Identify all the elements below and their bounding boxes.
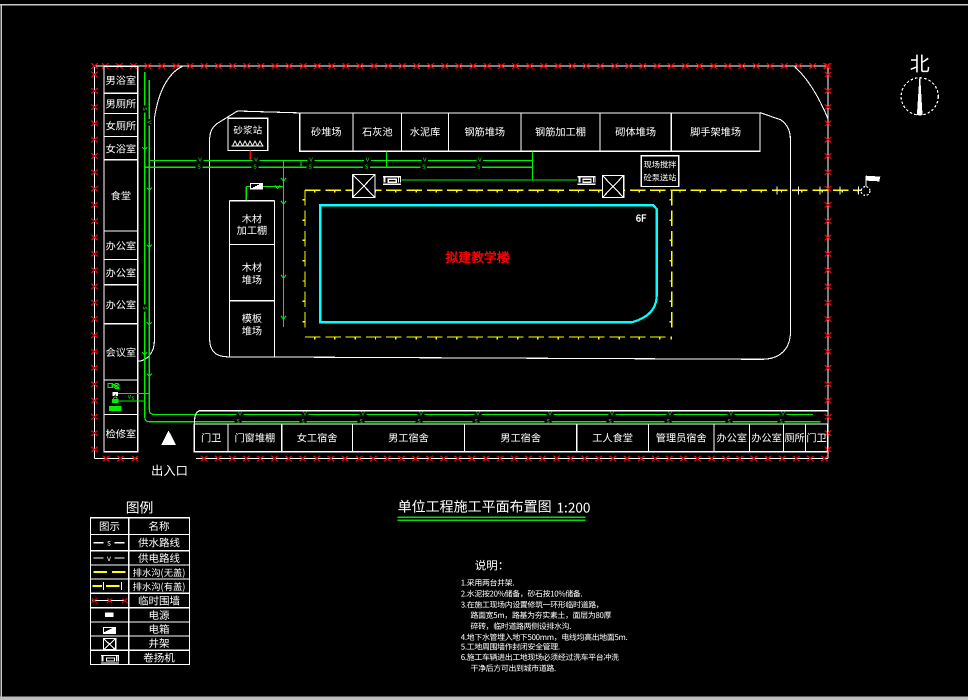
svg-text:男工宿舍: 男工宿舍	[500, 430, 541, 445]
svg-text:钢筋堆场: 钢筋堆场	[464, 124, 505, 139]
svg-text:砂堆场: 砂堆场	[311, 124, 342, 139]
svg-text:排水沟(有盖): 排水沟(有盖)	[133, 579, 186, 593]
svg-text:男厕所: 男厕所	[106, 96, 137, 111]
svg-text:门卫: 门卫	[201, 430, 221, 445]
svg-text:供电路线: 供电路线	[138, 551, 180, 566]
svg-text:办公室: 办公室	[106, 265, 137, 280]
svg-text:名称: 名称	[149, 519, 170, 534]
svg-text:1.采用两台井架.: 1.采用两台井架.	[461, 578, 515, 589]
svg-text:会议室: 会议室	[106, 344, 137, 359]
svg-text:v: v	[144, 120, 154, 124]
svg-text:女工宿舍: 女工宿舍	[297, 430, 338, 445]
svg-text:现场搅拌: 现场搅拌	[644, 159, 677, 171]
svg-text:1:200: 1:200	[557, 497, 591, 517]
svg-text:3.在施工现场内设置修筑一环形临时道路，: 3.在施工现场内设置修筑一环形临时道路，	[461, 599, 604, 610]
svg-text:门卫: 门卫	[806, 430, 826, 445]
svg-text:s: s	[107, 538, 111, 549]
svg-text:碎砖，临时道路两侧设排水沟.: 碎砖，临时道路两侧设排水沟.	[471, 621, 572, 632]
svg-text:石灰池: 石灰池	[362, 124, 393, 139]
svg-text:出入口: 出入口	[151, 461, 188, 479]
svg-text:卷扬机: 卷扬机	[143, 650, 175, 665]
svg-text:s: s	[131, 392, 134, 402]
svg-text:男浴室: 男浴室	[106, 72, 137, 87]
svg-text:说明：: 说明：	[475, 557, 510, 573]
svg-text:加工棚: 加工棚	[237, 222, 268, 237]
svg-text:2.水泥按20%储备，砂石按10%储备.: 2.水泥按20%储备，砂石按10%储备.	[461, 589, 583, 600]
svg-text:办公室: 办公室	[716, 430, 747, 445]
svg-text:办公室: 办公室	[751, 430, 782, 445]
svg-text:井架: 井架	[149, 636, 170, 651]
svg-text:女厕所: 女厕所	[106, 117, 137, 132]
svg-text:单位工程施工平面布置图: 单位工程施工平面布置图	[398, 497, 552, 517]
svg-text:砂浆站: 砂浆站	[233, 123, 262, 137]
svg-text:路面宽5m，路基为夯实素土，面层为80厚: 路面宽5m，路基为夯实素土，面层为80厚	[471, 610, 612, 621]
svg-text:6F: 6F	[636, 211, 647, 225]
svg-text:办公室: 办公室	[106, 297, 137, 312]
svg-text:食堂: 食堂	[111, 188, 131, 203]
svg-text:砌体堆场: 砌体堆场	[615, 124, 656, 139]
svg-text:工人食堂: 工人食堂	[592, 430, 633, 445]
svg-text:砼泵送站: 砼泵送站	[644, 172, 677, 184]
svg-text:干净后方可出到城市道路.: 干净后方可出到城市道路.	[471, 663, 556, 674]
svg-text:图例: 图例	[126, 497, 154, 517]
svg-text:临时围墙: 临时围墙	[138, 593, 180, 608]
svg-text:6.施工车辆进出工地现场必须经过洗车平台冲洗: 6.施工车辆进出工地现场必须经过洗车平台冲洗	[461, 652, 619, 663]
svg-text:拟建教学楼: 拟建教学楼	[446, 247, 510, 266]
svg-text:排水沟(无盖): 排水沟(无盖)	[133, 565, 186, 579]
svg-text:办公室: 办公室	[106, 238, 137, 253]
svg-text:堆场: 堆场	[242, 323, 262, 338]
svg-text:女浴室: 女浴室	[106, 140, 137, 155]
svg-text:脚手架堆场: 脚手架堆场	[690, 124, 741, 139]
svg-text:男工宿舍: 男工宿舍	[388, 430, 429, 445]
svg-text:钢筋加工棚: 钢筋加工棚	[535, 124, 586, 139]
svg-text:电箱: 电箱	[149, 622, 170, 637]
svg-text:堆场: 堆场	[242, 272, 262, 287]
svg-text:水泥库: 水泥库	[410, 124, 441, 139]
svg-text:电源: 电源	[149, 608, 170, 623]
svg-text:供水路线: 供水路线	[138, 535, 180, 550]
svg-text:管理员宿舍: 管理员宿舍	[656, 430, 707, 445]
svg-text:图示: 图示	[99, 519, 120, 534]
svg-text:厕所: 厕所	[784, 430, 804, 445]
svg-text:检修室: 检修室	[106, 426, 137, 441]
svg-text:门窗堆棚: 门窗堆棚	[234, 430, 275, 445]
svg-text:北: 北	[910, 48, 930, 77]
